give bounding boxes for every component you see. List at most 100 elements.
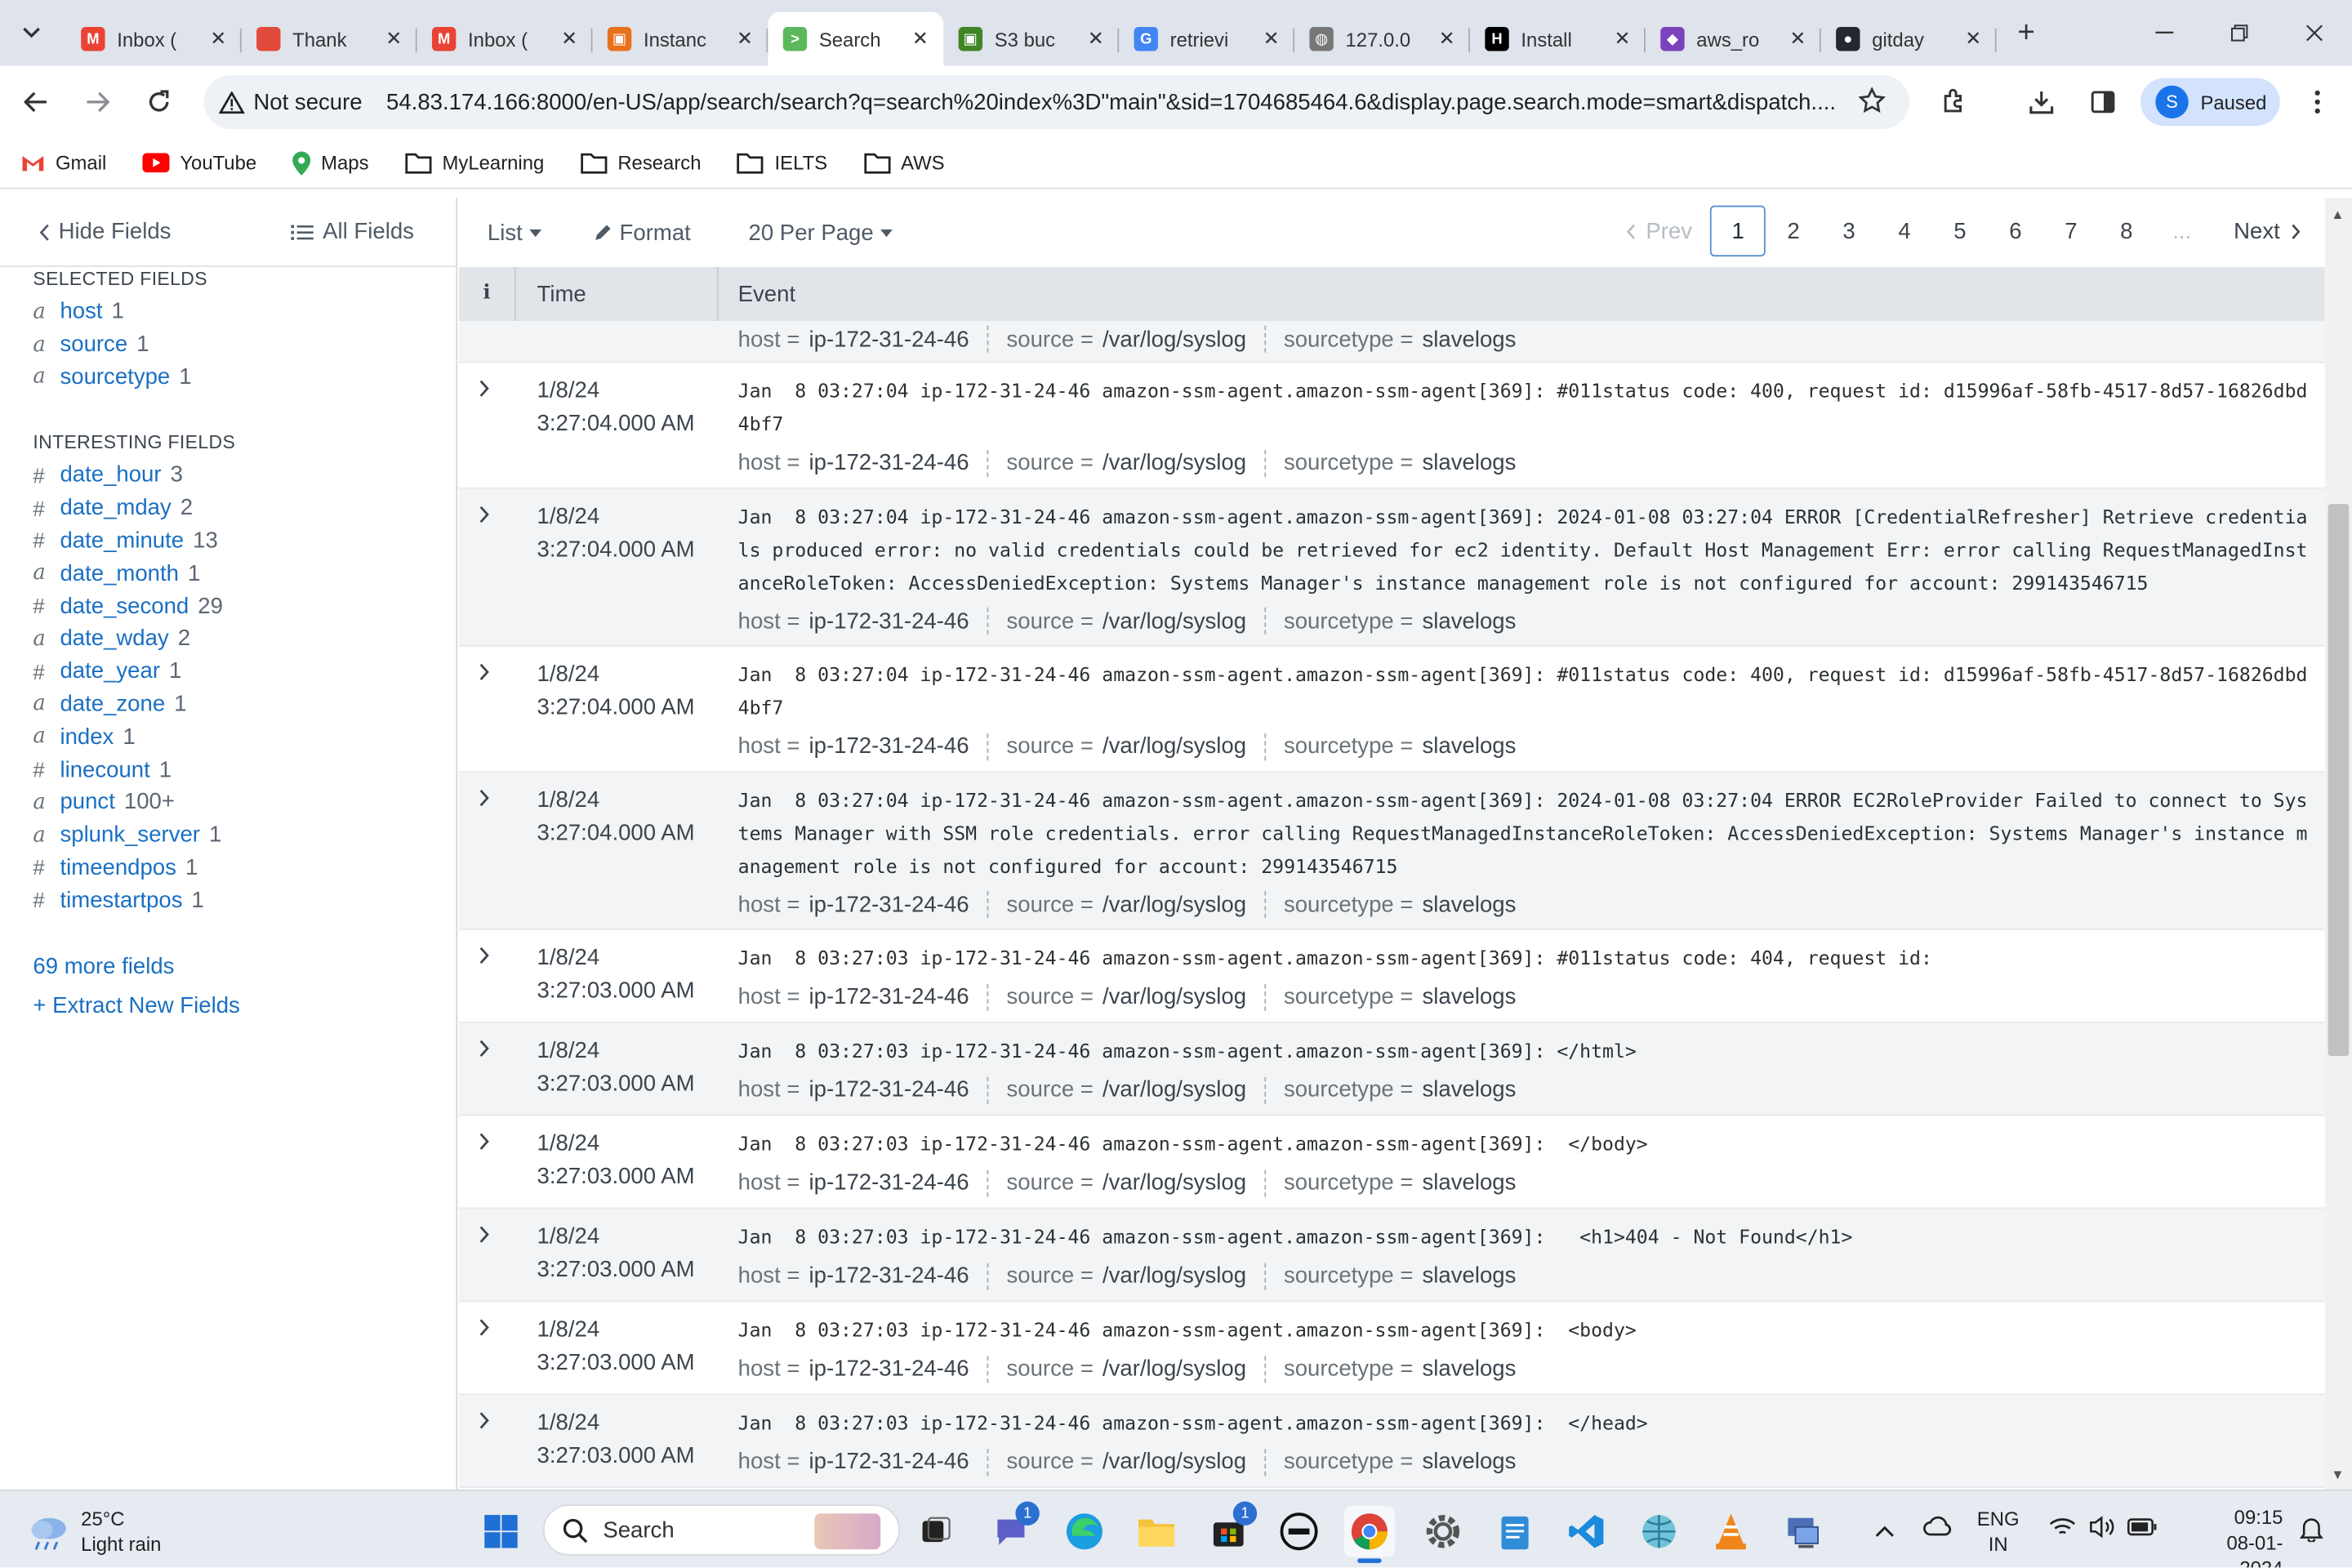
bookmark-mylearning[interactable]: MyLearning	[405, 152, 544, 174]
browser-tab[interactable]: ◍ 127.0.0 ✕	[1294, 14, 1470, 65]
field-date-wday[interactable]: a date_wday 2	[0, 622, 450, 655]
bookmark-aws[interactable]: AWS	[863, 152, 945, 174]
expand-event-button[interactable]	[479, 504, 491, 528]
field-timestartpos[interactable]: # timestartpos 1	[0, 884, 450, 916]
event-raw-text[interactable]: Jan 8 03:27:03 ip-172-31-24-46 amazon-ss…	[738, 1314, 2310, 1347]
close-tab-icon[interactable]: ✕	[210, 27, 226, 51]
browser-tab[interactable]: Gretrievi ✕	[1119, 14, 1295, 65]
browser-tab[interactable]: ◆ aws_ro ✕	[1646, 14, 1821, 65]
dell-app-button[interactable]	[1273, 1506, 1324, 1557]
sourcetype-value[interactable]: slavelogs	[1423, 733, 1517, 759]
event-raw-text[interactable]: Jan 8 03:27:03 ip-172-31-24-46 amazon-ss…	[738, 942, 2310, 974]
event-time[interactable]: 1/8/24 3:27:03.000 AM	[537, 1314, 695, 1380]
browser-menu-button[interactable]	[2291, 75, 2345, 129]
list-view-dropdown[interactable]: List	[488, 220, 542, 245]
security-indicator[interactable]: Not secure	[219, 89, 363, 115]
bookmark-ielts[interactable]: IELTS	[737, 152, 827, 174]
host-value[interactable]: ip-172-31-24-46	[808, 608, 969, 634]
edge-button[interactable]	[1059, 1506, 1110, 1557]
field-date-month[interactable]: a date_month 1	[0, 557, 450, 590]
vlc-button[interactable]	[1705, 1506, 1756, 1557]
forward-button[interactable]	[70, 75, 124, 129]
browser-tab[interactable]: M Inbox (✕	[417, 14, 593, 65]
sourcetype-value[interactable]: slavelogs	[1423, 326, 1517, 351]
field-date-hour[interactable]: # date_hour 3	[0, 459, 450, 492]
host-value[interactable]: ip-172-31-24-46	[808, 326, 969, 351]
next-page-button[interactable]: Next	[2234, 206, 2301, 256]
show-hidden-icons-button[interactable]	[1875, 1518, 1895, 1545]
field-timeendpos[interactable]: # timeendpos 1	[0, 851, 450, 884]
sourcetype-value[interactable]: slavelogs	[1423, 450, 1517, 475]
clock[interactable]: 09:15 08-01-2024	[2205, 1504, 2283, 1567]
event-time[interactable]: 1/8/24 3:27:04.000 AM	[537, 658, 695, 724]
file-explorer-button[interactable]	[1131, 1506, 1182, 1557]
browser-tab[interactable]: ▣ Instanc ✕	[592, 14, 768, 65]
host-value[interactable]: ip-172-31-24-46	[808, 893, 969, 918]
chrome-taskbar-button[interactable]	[1343, 1506, 1396, 1563]
close-tab-icon[interactable]: ✕	[561, 27, 577, 51]
prev-page-button[interactable]: Prev	[1627, 206, 1692, 256]
event-time[interactable]: 1/8/24 3:27:03.000 AM	[537, 942, 695, 1008]
extensions-button[interactable]	[1927, 75, 1981, 129]
onedrive-button[interactable]	[1923, 1515, 1953, 1544]
field-index[interactable]: a index 1	[0, 720, 450, 753]
expand-event-button[interactable]	[479, 1317, 491, 1341]
source-value[interactable]: /var/log/syslog	[1102, 893, 1246, 918]
event-raw-text[interactable]: Jan 8 03:27:04 ip-172-31-24-46 amazon-ss…	[738, 375, 2310, 440]
source-value[interactable]: /var/log/syslog	[1102, 608, 1246, 634]
source-value[interactable]: /var/log/syslog	[1102, 326, 1246, 351]
source-value[interactable]: /var/log/syslog	[1102, 1263, 1246, 1289]
field-date-zone[interactable]: a date_zone 1	[0, 688, 450, 720]
weather-widget[interactable]: 25°C Light rain	[27, 1506, 161, 1557]
source-value[interactable]: /var/log/syslog	[1102, 1170, 1246, 1196]
extract-new-fields-link[interactable]: + Extract New Fields	[0, 993, 239, 1018]
event-time[interactable]: 1/8/24 3:27:03.000 AM	[537, 1407, 695, 1473]
expand-event-button[interactable]	[479, 1410, 491, 1433]
language-indicator[interactable]: ENG IN	[1977, 1506, 2020, 1557]
close-tab-icon[interactable]: ✕	[912, 27, 929, 51]
quick-settings-button[interactable]	[2049, 1515, 2157, 1539]
host-value[interactable]: ip-172-31-24-46	[808, 1170, 969, 1196]
downloads-button[interactable]	[2015, 75, 2069, 129]
sourcetype-value[interactable]: slavelogs	[1423, 1170, 1517, 1196]
host-value[interactable]: ip-172-31-24-46	[808, 1450, 969, 1475]
start-button[interactable]	[475, 1506, 526, 1557]
close-tab-icon[interactable]: ✕	[737, 27, 753, 51]
close-tab-icon[interactable]: ✕	[385, 27, 402, 51]
column-event[interactable]: Event	[738, 281, 795, 306]
sourcetype-value[interactable]: slavelogs	[1423, 1263, 1517, 1289]
bookmark-youtube[interactable]: YouTube	[142, 152, 256, 174]
page-3-button[interactable]: 3	[1821, 206, 1877, 256]
event-time[interactable]: 1/8/24 3:27:04.000 AM	[537, 501, 695, 567]
expand-event-button[interactable]	[479, 787, 491, 811]
event-raw-text[interactable]: Jan 8 03:27:04 ip-172-31-24-46 amazon-ss…	[738, 785, 2310, 883]
host-value[interactable]: ip-172-31-24-46	[808, 450, 969, 475]
browser-tab[interactable]: ▣ S3 buc ✕	[943, 14, 1120, 65]
close-tab-icon[interactable]: ✕	[1789, 27, 1806, 51]
host-value[interactable]: ip-172-31-24-46	[808, 984, 969, 1009]
event-raw-text[interactable]: Jan 8 03:27:03 ip-172-31-24-46 amazon-ss…	[738, 1221, 2310, 1254]
new-tab-button[interactable]: +	[2017, 16, 2034, 50]
event-raw-text[interactable]: Jan 8 03:27:04 ip-172-31-24-46 amazon-ss…	[738, 658, 2310, 724]
url-text[interactable]: 54.83.174.166:8000/en-US/app/search/sear…	[386, 89, 1842, 114]
column-time[interactable]: Time	[537, 281, 586, 306]
field-punct[interactable]: a punct 100+	[0, 786, 450, 818]
sourcetype-value[interactable]: slavelogs	[1423, 984, 1517, 1009]
event-time[interactable]: 1/8/24 3:27:04.000 AM	[537, 785, 695, 851]
bookmark-gmail[interactable]: Gmail	[21, 152, 106, 174]
field-source[interactable]: a source 1	[0, 328, 450, 361]
close-window-button[interactable]	[2277, 0, 2352, 66]
sourcetype-value[interactable]: slavelogs	[1423, 893, 1517, 918]
page-6-button[interactable]: 6	[1988, 206, 2043, 256]
browser-tab[interactable]: Thank ✕	[242, 14, 417, 65]
page-1-button[interactable]: 1	[1710, 205, 1766, 257]
close-tab-icon[interactable]: ✕	[1965, 27, 1981, 51]
event-raw-text[interactable]: Jan 8 03:27:03 ip-172-31-24-46 amazon-ss…	[738, 1035, 2310, 1067]
browser-tab[interactable]: > Search ✕	[768, 11, 944, 66]
browser-tab[interactable]: M Inbox (✕	[66, 14, 242, 65]
field-sourcetype[interactable]: a sourcetype 1	[0, 361, 450, 394]
back-button[interactable]	[9, 75, 63, 129]
sourcetype-value[interactable]: slavelogs	[1423, 1077, 1517, 1102]
page-5-button[interactable]: 5	[1932, 206, 1988, 256]
expand-event-button[interactable]	[479, 1224, 491, 1248]
